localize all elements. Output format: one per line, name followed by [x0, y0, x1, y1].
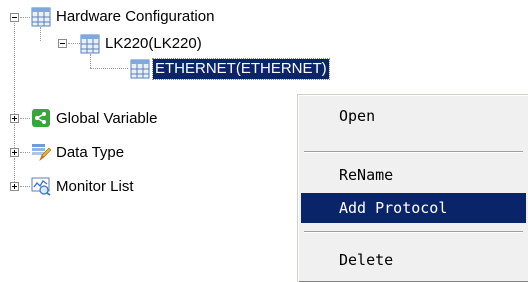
expand-global-variable-toggle[interactable]	[10, 114, 19, 123]
tree-item-ethernet[interactable]: ETHERNET(ETHERNET)	[152, 58, 330, 80]
expand-data-type-toggle[interactable]	[10, 148, 19, 157]
monitor-icon	[31, 176, 51, 196]
tree-item-monitor-list[interactable]: Monitor List	[56, 177, 134, 197]
tree-item-global-variable[interactable]: Global Variable	[56, 109, 157, 129]
menu-item-delete[interactable]: Delete	[301, 245, 526, 275]
collapse-lk220-toggle[interactable]	[58, 39, 67, 48]
grid-config-icon	[80, 34, 100, 54]
grid-config-icon	[130, 59, 150, 79]
menu-separator	[304, 151, 523, 153]
menu-item-rename[interactable]: ReName	[301, 160, 526, 190]
share-icon	[31, 108, 51, 128]
menu-separator	[304, 231, 523, 233]
expand-monitor-list-toggle[interactable]	[10, 182, 19, 191]
menu-item-add-protocol[interactable]: Add Protocol	[301, 193, 526, 223]
menu-item-open[interactable]: Open	[301, 101, 526, 131]
edit-pencil-icon	[31, 142, 52, 162]
tree-item-data-type[interactable]: Data Type	[56, 143, 124, 163]
context-menu: Open ReName Add Protocol Delete	[297, 94, 528, 282]
collapse-hardware-configuration-toggle[interactable]	[10, 13, 19, 22]
tree-item-lk220[interactable]: LK220(LK220)	[105, 34, 202, 54]
tree-item-hardware-configuration[interactable]: Hardware Configuration	[56, 7, 214, 27]
grid-config-icon	[31, 7, 51, 27]
